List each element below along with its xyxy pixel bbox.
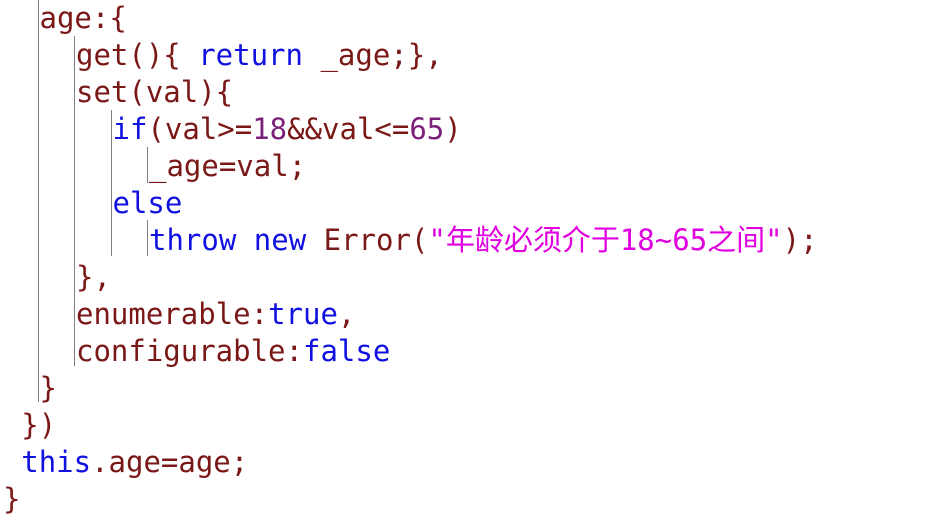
code-token-plain: },	[76, 260, 111, 294]
code-token-plain: }	[3, 482, 21, 516]
code-token-keyword: false	[302, 334, 391, 368]
code-token-plain: )	[444, 112, 462, 146]
code-line[interactable]: if(val>=18&&val<=65)	[113, 111, 462, 148]
code-line[interactable]: throw new Error("年龄必须介于18~65之间");	[149, 222, 818, 259]
code-token-plain: })	[21, 408, 57, 442]
code-token-plain: get(){	[76, 38, 199, 72]
code-line[interactable]: _age=val;	[149, 148, 306, 185]
code-token-keyword: if	[112, 112, 148, 146]
indent-guide-level-3a	[147, 147, 148, 183]
code-token-plain: .age=age;	[91, 445, 249, 479]
indent-guide-level-0	[38, 0, 39, 402]
indent-guide-level-3b	[147, 220, 148, 256]
code-line[interactable]: enumerable:true,	[76, 296, 355, 333]
code-editor[interactable]: age:{get(){ return _age;}, set(val){if(va…	[0, 0, 927, 517]
code-token-number: 18	[252, 112, 288, 146]
code-line[interactable]: else	[113, 185, 183, 222]
code-token-plain: }	[39, 371, 57, 405]
indent-guide-level-1	[74, 36, 75, 366]
code-token-plain: ,	[337, 297, 356, 331]
code-line[interactable]: set(val){	[76, 74, 233, 111]
code-line[interactable]: }	[40, 370, 57, 407]
code-token-plain: &&val<=	[287, 112, 410, 146]
code-token-plain: configurable:	[76, 334, 303, 368]
code-token-keyword: this	[21, 445, 92, 479]
code-token-keyword: throw	[149, 223, 237, 257]
code-token-string: "年龄必须介于18~65之间"	[428, 223, 783, 257]
code-token-plain: _age=val;	[149, 149, 307, 183]
code-token-number: 65	[409, 112, 445, 146]
code-line[interactable]: this.age=age;	[21, 444, 248, 481]
code-line[interactable]: get(){ return _age;},	[76, 37, 443, 74]
code-line[interactable]: configurable:false	[76, 333, 390, 370]
code-line[interactable]: })	[21, 407, 56, 444]
code-token-keyword: true	[268, 297, 338, 331]
code-token-plain: _age;},	[302, 38, 443, 72]
code-token-keyword: new	[253, 223, 307, 257]
code-token-plain: set(val){	[76, 75, 234, 109]
code-token-plain: );	[782, 223, 818, 257]
code-token-plain: Error(	[306, 223, 429, 257]
code-token-plain: age:{	[39, 1, 127, 35]
code-token-plain: enumerable:	[76, 297, 269, 331]
code-token-keyword: return	[198, 38, 303, 72]
code-line[interactable]: }	[3, 481, 20, 518]
code-token-plain: (val>=	[147, 112, 253, 146]
code-token-keyword: else	[112, 186, 183, 220]
code-line[interactable]: },	[76, 259, 111, 296]
code-line[interactable]: age:{	[40, 0, 127, 37]
